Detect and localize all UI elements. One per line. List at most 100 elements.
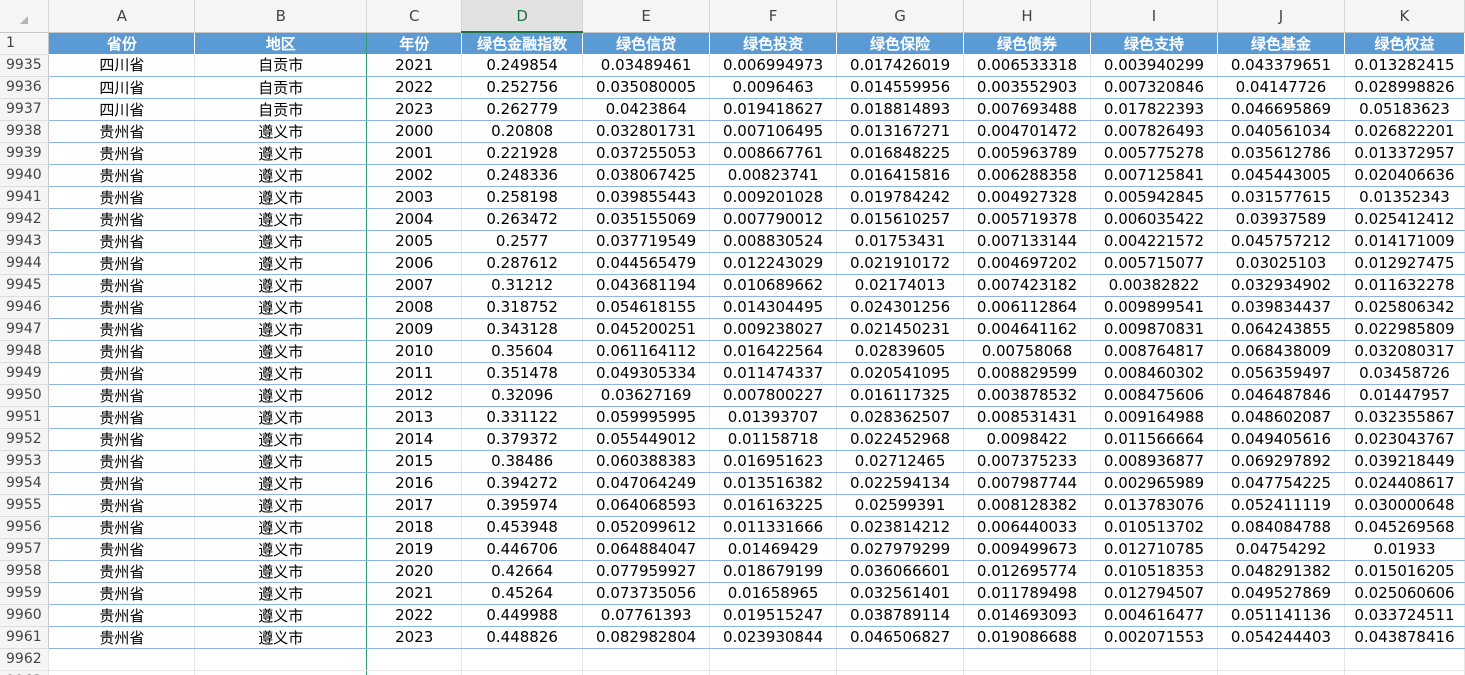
- table-cell[interactable]: 贵州省: [48, 494, 196, 517]
- row-number[interactable]: 1: [0, 32, 50, 55]
- table-cell[interactable]: 0.011632278: [1344, 274, 1465, 297]
- table-cell[interactable]: 0.012243029: [709, 252, 838, 275]
- empty-cell[interactable]: [1217, 670, 1345, 675]
- table-cell[interactable]: 0.010513702: [1090, 516, 1218, 539]
- row-number[interactable]: 9935: [0, 54, 50, 77]
- column-header-i[interactable]: I: [1090, 0, 1218, 33]
- table-cell[interactable]: 0.343128: [461, 318, 584, 341]
- table-cell[interactable]: 0.064243855: [1217, 318, 1345, 341]
- table-cell[interactable]: 遵义市: [194, 186, 368, 209]
- table-cell[interactable]: 0.073735056: [582, 582, 711, 605]
- empty-cell[interactable]: [48, 648, 196, 671]
- table-cell[interactable]: 0.018679199: [709, 560, 838, 583]
- table-cell[interactable]: 0.021450231: [836, 318, 965, 341]
- table-cell[interactable]: 0.023814212: [836, 516, 965, 539]
- table-cell[interactable]: 0.064884047: [582, 538, 711, 561]
- table-cell[interactable]: 0.03489461: [582, 54, 711, 77]
- table-cell[interactable]: 0.006035422: [1090, 208, 1218, 231]
- header-cell[interactable]: 绿色债券: [963, 32, 1092, 54]
- table-cell[interactable]: 贵州省: [48, 230, 196, 253]
- table-cell[interactable]: 0.047754225: [1217, 472, 1345, 495]
- table-cell[interactable]: 0.018814893: [836, 98, 965, 121]
- table-cell[interactable]: 0.008460302: [1090, 362, 1218, 385]
- table-cell[interactable]: 0.016163225: [709, 494, 838, 517]
- table-cell[interactable]: 0.043379651: [1217, 54, 1345, 77]
- table-cell[interactable]: 2021: [366, 54, 463, 77]
- table-cell[interactable]: 0.054618155: [582, 296, 711, 319]
- table-cell[interactable]: 0.026822201: [1344, 120, 1465, 143]
- table-cell[interactable]: 0.013516382: [709, 472, 838, 495]
- table-cell[interactable]: 0.025060606: [1344, 582, 1465, 605]
- table-cell[interactable]: 贵州省: [48, 164, 196, 187]
- table-cell[interactable]: 0.004616477: [1090, 604, 1218, 627]
- table-cell[interactable]: 0.016951623: [709, 450, 838, 473]
- table-cell[interactable]: 自贡市: [194, 54, 368, 77]
- table-cell[interactable]: 0.03025103: [1217, 252, 1345, 275]
- row-number[interactable]: 9961: [0, 626, 50, 649]
- table-cell[interactable]: 0.022985809: [1344, 318, 1465, 341]
- table-cell[interactable]: 0.006440033: [963, 516, 1092, 539]
- row-number[interactable]: 9951: [0, 406, 50, 429]
- column-header-b[interactable]: B: [194, 0, 368, 33]
- table-cell[interactable]: 0.043878416: [1344, 626, 1465, 649]
- table-cell[interactable]: 0.02712465: [836, 450, 965, 473]
- table-cell[interactable]: 2012: [366, 384, 463, 407]
- row-number[interactable]: 9942: [0, 208, 50, 231]
- table-cell[interactable]: 0.262779: [461, 98, 584, 121]
- empty-cell[interactable]: [582, 648, 711, 671]
- table-cell[interactable]: 2005: [366, 230, 463, 253]
- table-cell[interactable]: 0.005719378: [963, 208, 1092, 231]
- table-cell[interactable]: 贵州省: [48, 142, 196, 165]
- table-cell[interactable]: 2000: [366, 120, 463, 143]
- table-cell[interactable]: 0.331122: [461, 406, 584, 429]
- row-number[interactable]: 9940: [0, 164, 50, 187]
- table-cell[interactable]: 0.379372: [461, 428, 584, 451]
- header-cell[interactable]: 绿色保险: [836, 32, 965, 54]
- table-cell[interactable]: 0.017822393: [1090, 98, 1218, 121]
- column-header-f[interactable]: F: [709, 0, 838, 33]
- table-cell[interactable]: 0.011566664: [1090, 428, 1218, 451]
- table-cell[interactable]: 0.049527869: [1217, 582, 1345, 605]
- table-cell[interactable]: 0.061164112: [582, 340, 711, 363]
- table-cell[interactable]: 遵义市: [194, 604, 368, 627]
- table-cell[interactable]: 遵义市: [194, 494, 368, 517]
- table-cell[interactable]: 2020: [366, 560, 463, 583]
- table-cell[interactable]: 贵州省: [48, 428, 196, 451]
- column-header-k[interactable]: K: [1344, 0, 1465, 33]
- table-cell[interactable]: 0.45264: [461, 582, 584, 605]
- header-cell[interactable]: 省份: [48, 32, 196, 54]
- table-cell[interactable]: 0.030000648: [1344, 494, 1465, 517]
- table-cell[interactable]: 0.016848225: [836, 142, 965, 165]
- table-cell[interactable]: 0.006288358: [963, 164, 1092, 187]
- table-cell[interactable]: 0.263472: [461, 208, 584, 231]
- table-cell[interactable]: 四川省: [48, 98, 196, 121]
- table-cell[interactable]: 0.01469429: [709, 538, 838, 561]
- table-cell[interactable]: 0.049305334: [582, 362, 711, 385]
- table-cell[interactable]: 遵义市: [194, 318, 368, 341]
- table-cell[interactable]: 0.0098422: [963, 428, 1092, 451]
- table-cell[interactable]: 贵州省: [48, 120, 196, 143]
- table-cell[interactable]: 遵义市: [194, 582, 368, 605]
- table-cell[interactable]: 0.013167271: [836, 120, 965, 143]
- table-cell[interactable]: 0.008128382: [963, 494, 1092, 517]
- table-cell[interactable]: 0.045443005: [1217, 164, 1345, 187]
- table-cell[interactable]: 0.014693093: [963, 604, 1092, 627]
- table-cell[interactable]: 0.006533318: [963, 54, 1092, 77]
- table-cell[interactable]: 0.045757212: [1217, 230, 1345, 253]
- table-cell[interactable]: 0.007693488: [963, 98, 1092, 121]
- table-cell[interactable]: 0.32096: [461, 384, 584, 407]
- table-cell[interactable]: 0.011474337: [709, 362, 838, 385]
- table-cell[interactable]: 遵义市: [194, 208, 368, 231]
- row-number[interactable]: 9958: [0, 560, 50, 583]
- empty-cell[interactable]: [963, 670, 1092, 675]
- table-cell[interactable]: 0.048602087: [1217, 406, 1345, 429]
- table-cell[interactable]: 0.035155069: [582, 208, 711, 231]
- table-cell[interactable]: 0.068438009: [1217, 340, 1345, 363]
- table-cell[interactable]: 0.035080005: [582, 76, 711, 99]
- row-number[interactable]: 9937: [0, 98, 50, 121]
- table-cell[interactable]: 0.015610257: [836, 208, 965, 231]
- table-cell[interactable]: 0.01933: [1344, 538, 1465, 561]
- table-cell[interactable]: 0.016117325: [836, 384, 965, 407]
- table-cell[interactable]: 0.047064249: [582, 472, 711, 495]
- select-all-corner[interactable]: [0, 0, 50, 33]
